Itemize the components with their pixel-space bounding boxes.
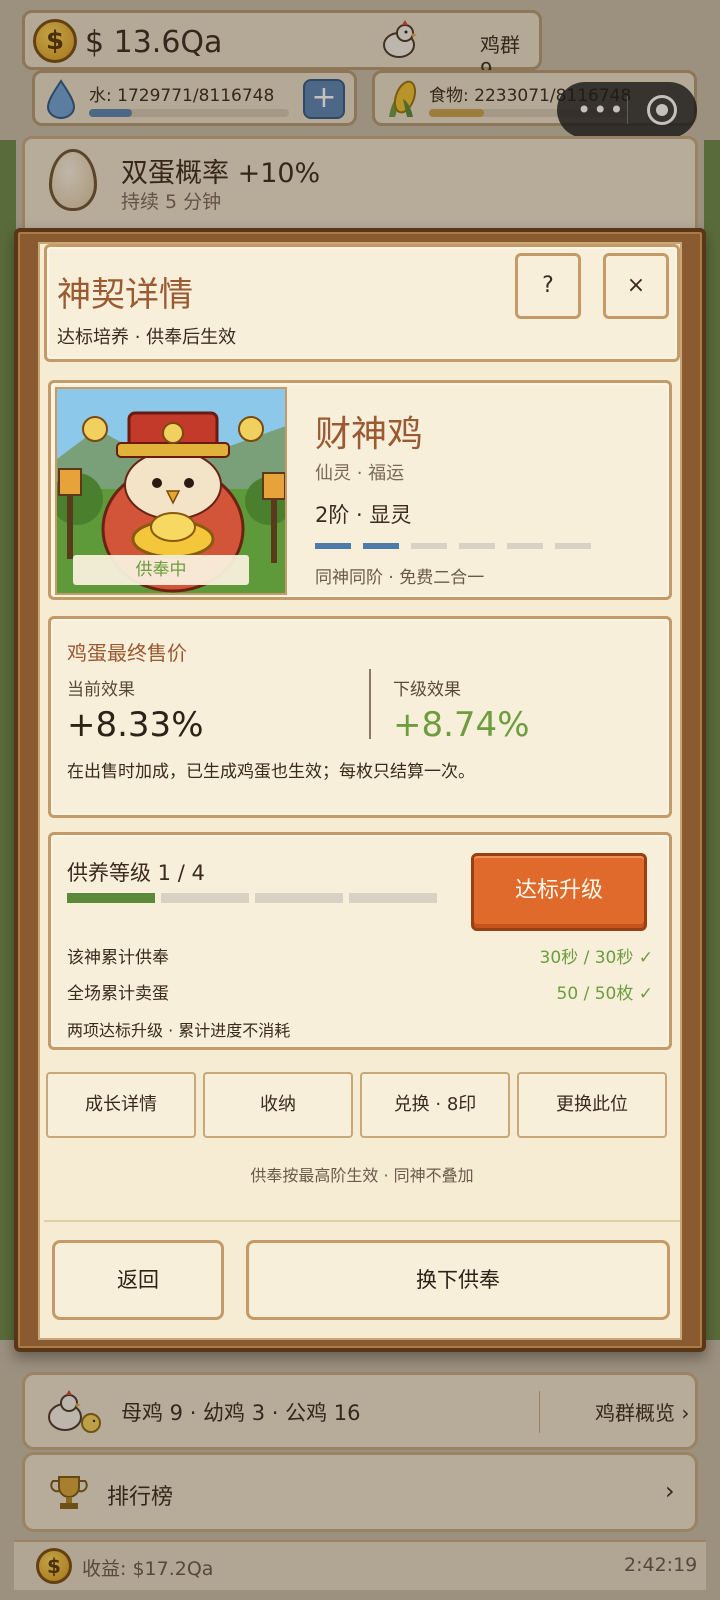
effect-card: 鸡蛋最终售价 当前效果 +8.33% 下级效果 +8.74% 在出售时加成，已生…	[48, 616, 672, 818]
effect-divider	[369, 669, 371, 739]
effect-description: 在出售时加成，已生成鸡蛋也生效；每枚只结算一次。	[67, 762, 475, 782]
offering-status-tag: 供奉中	[73, 555, 249, 585]
req-eggs-label: 全场累计卖蛋	[67, 984, 169, 1004]
god-tags: 仙灵 · 福运	[315, 463, 405, 484]
next-effect-label: 下级效果	[393, 680, 461, 700]
tier-pip	[555, 543, 591, 549]
back-button[interactable]: 返回	[52, 1240, 224, 1320]
tier-pip	[507, 543, 543, 549]
god-card: 供奉中 财神鸡 仙灵 · 福运 2阶 · 显灵 同神同阶 · 免费二合一	[48, 380, 672, 600]
modal-subtitle: 达标培养 · 供奉后生效	[57, 327, 237, 348]
replace-slot-button[interactable]: 更换此位	[517, 1072, 667, 1138]
tier-pip	[363, 543, 399, 549]
growth-details-button[interactable]: 成长详情	[46, 1072, 196, 1138]
level-segment	[255, 893, 343, 903]
req-eggs-value: 50 / 50枚 ✓	[556, 984, 653, 1004]
exchange-button[interactable]: 兑换 · 8印	[360, 1072, 510, 1138]
current-effect-value: +8.33%	[67, 705, 204, 745]
req-offering-value: 30秒 / 30秒 ✓	[539, 948, 653, 968]
god-name: 财神鸡	[315, 414, 424, 455]
req-offering-label: 该神累计供奉	[67, 948, 169, 968]
modal-body: 神契详情 达标培养 · 供奉后生效 ? × 供奉中 财神鸡 仙灵 · 福运 2阶…	[38, 242, 682, 1340]
effect-title: 鸡蛋最终售价	[67, 641, 187, 665]
help-button[interactable]: ?	[515, 253, 581, 319]
level-note: 两项达标升级 · 累计进度不消耗	[67, 1021, 291, 1040]
rule-note: 供奉按最高阶生效 · 同神不叠加	[250, 1166, 474, 1185]
tier-pip	[411, 543, 447, 549]
upgrade-button[interactable]: 达标升级	[471, 853, 647, 931]
merge-note: 同神同阶 · 免费二合一	[315, 568, 485, 588]
tier-pip	[315, 543, 351, 549]
level-segment	[349, 893, 437, 903]
close-button[interactable]: ×	[603, 253, 669, 319]
level-card: 供养等级 1 / 4 达标升级 该神累计供奉 30秒 / 30秒 ✓ 全场累计卖…	[48, 832, 672, 1050]
next-effect-value: +8.74%	[393, 705, 530, 745]
level-label: 供养等级 1 / 4	[67, 861, 205, 885]
level-segment	[161, 893, 249, 903]
level-segment	[67, 893, 155, 903]
current-effect-label: 当前效果	[67, 680, 135, 700]
store-button[interactable]: 收纳	[203, 1072, 353, 1138]
tier-pip	[459, 543, 495, 549]
remove-offering-button[interactable]: 换下供奉	[246, 1240, 670, 1320]
modal-footer: 返回 换下供奉	[44, 1220, 680, 1338]
modal-title: 神契详情	[57, 275, 193, 315]
contract-detail-modal: 神契详情 达标培养 · 供奉后生效 ? × 供奉中 财神鸡 仙灵 · 福运 2阶…	[14, 228, 706, 1352]
god-tier: 2阶 · 显灵	[315, 503, 412, 527]
modal-header: 神契详情 达标培养 · 供奉后生效 ? ×	[44, 244, 680, 362]
